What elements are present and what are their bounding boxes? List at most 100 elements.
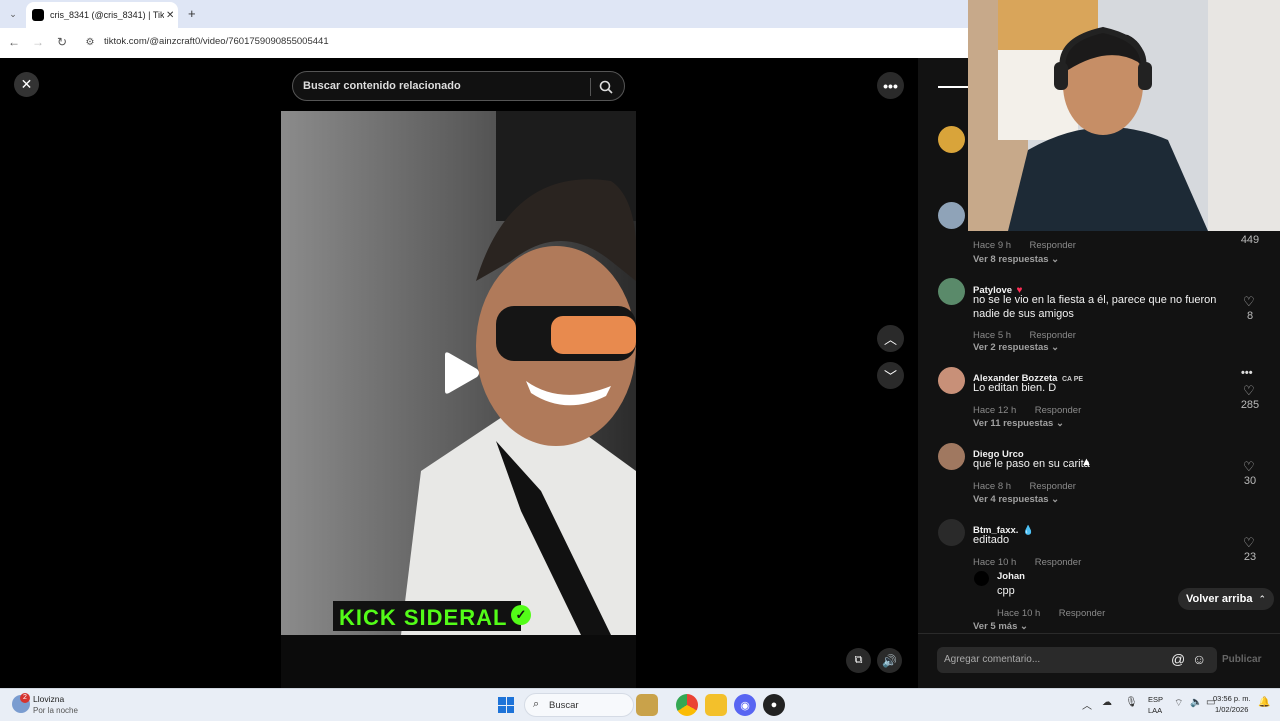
view-replies-link[interactable]: Ver 11 respuestas ⌄ bbox=[973, 418, 1064, 429]
like-count: 449 bbox=[1240, 234, 1260, 246]
view-more-label: Ver 5 más bbox=[973, 621, 1018, 632]
comment-more-icon[interactable]: ••• bbox=[1241, 367, 1253, 379]
chevron-down-icon: ⌄ bbox=[1051, 254, 1060, 265]
language-code[interactable]: ESP bbox=[1148, 695, 1163, 704]
avatar[interactable] bbox=[938, 202, 965, 229]
comment-input-placeholder: Agregar comentario... bbox=[944, 654, 1041, 665]
url-text[interactable]: tiktok.com/@ainzcraft0/video/76017590908… bbox=[104, 36, 329, 47]
back-arrow-icon[interactable]: ← bbox=[5, 33, 23, 51]
chevron-down-icon: ⌄ bbox=[1051, 494, 1060, 505]
like-heart-icon[interactable]: ♡ bbox=[1243, 459, 1255, 475]
volume-icon[interactable]: 🔊 bbox=[877, 648, 902, 673]
like-heart-icon[interactable]: ♡ bbox=[1243, 535, 1255, 551]
comment-meta: Hace 8 h Responder bbox=[973, 476, 1076, 494]
file-explorer-icon[interactable] bbox=[705, 694, 727, 716]
comment-text: editado bbox=[973, 534, 1010, 546]
like-heart-icon[interactable]: ♡ bbox=[1243, 294, 1255, 310]
avatar[interactable] bbox=[938, 367, 965, 394]
view-replies-link[interactable]: Ver 8 respuestas ⌄ bbox=[973, 254, 1059, 265]
avatar[interactable] bbox=[938, 126, 965, 153]
start-windows-icon[interactable] bbox=[498, 697, 514, 713]
microphone-icon[interactable]: 🎙 bbox=[1125, 697, 1138, 708]
reload-icon[interactable]: ↻ bbox=[53, 33, 71, 51]
wifi-icon[interactable]: ⌔ bbox=[1174, 697, 1183, 710]
reply-link[interactable]: Responder bbox=[1059, 608, 1105, 619]
tab-title: cris_8341 (@cris_8341) | TikTok bbox=[50, 10, 164, 20]
close-tab-icon[interactable]: ✕ bbox=[166, 10, 174, 21]
webcam-image bbox=[968, 0, 1280, 231]
tab-list-chevron-icon[interactable]: ⌄ bbox=[4, 5, 22, 23]
avatar[interactable] bbox=[938, 278, 965, 305]
obs-icon[interactable]: ● bbox=[763, 694, 785, 716]
comment-time: Hace 5 h bbox=[973, 330, 1012, 341]
taskbar-search-label: Buscar bbox=[549, 700, 579, 711]
divider bbox=[918, 633, 1280, 634]
related-search-input[interactable]: Buscar contenido relacionado bbox=[292, 71, 625, 101]
chevron-down-icon: ⌄ bbox=[1020, 621, 1028, 632]
reply-link[interactable]: Responder bbox=[1029, 240, 1075, 251]
clock-time[interactable]: 03:56 p. m. bbox=[1213, 694, 1251, 703]
kick-sideral-logo: KICK SIDERAL bbox=[339, 605, 508, 630]
weather-title[interactable]: Llovizna bbox=[33, 694, 64, 704]
tiktok-favicon-icon bbox=[32, 9, 44, 21]
language-layout: LAA bbox=[1148, 706, 1163, 715]
search-icon[interactable] bbox=[599, 80, 613, 94]
onedrive-icon[interactable]: ☁ bbox=[1102, 697, 1112, 708]
search-highlight-icon[interactable] bbox=[636, 694, 658, 716]
avatar[interactable] bbox=[974, 571, 989, 586]
comment-meta: Hace 10 h Responder bbox=[973, 552, 1081, 570]
weather-subtitle: Por la noche bbox=[33, 706, 78, 715]
weather-badge: 2 bbox=[20, 693, 30, 703]
close-icon[interactable]: ✕ bbox=[14, 72, 39, 97]
emoji-icon[interactable]: ☺ bbox=[1192, 651, 1206, 667]
mention-icon[interactable]: @ bbox=[1171, 651, 1185, 667]
video-player[interactable]: KICK SIDERAL ✓ bbox=[281, 111, 636, 635]
back-to-top-button[interactable]: Volver arriba ⌃ bbox=[1178, 588, 1274, 610]
reply-link[interactable]: Responder bbox=[1035, 557, 1081, 568]
forward-arrow-icon[interactable]: → bbox=[29, 33, 47, 51]
back-to-top-label: Volver arriba bbox=[1186, 593, 1253, 605]
comment-text: que le paso en su carita bbox=[973, 458, 1090, 470]
floating-player-icon[interactable]: ⧉ bbox=[846, 648, 871, 673]
comment-input[interactable]: Agregar comentario... @ ☺ bbox=[937, 647, 1217, 673]
previous-video-chevron-up-icon[interactable]: ︿ bbox=[877, 325, 904, 352]
like-count: 8 bbox=[1246, 310, 1254, 322]
reply-link[interactable]: Responder bbox=[1035, 405, 1081, 416]
browser-tab[interactable]: cris_8341 (@cris_8341) | TikTok ✕ bbox=[26, 2, 178, 28]
tab-indicator bbox=[938, 86, 968, 88]
double-chevron-up-icon: ⌃ bbox=[1258, 593, 1266, 604]
play-icon[interactable] bbox=[441, 351, 481, 395]
reply-author-name[interactable]: Johan bbox=[997, 571, 1025, 582]
more-options-icon[interactable]: ••• bbox=[877, 72, 904, 99]
view-more-link[interactable]: Ver 5 más ⌄ bbox=[973, 621, 1028, 632]
site-info-icon[interactable]: ⚙ bbox=[81, 33, 99, 51]
new-tab-button[interactable]: + bbox=[188, 6, 196, 21]
discord-icon[interactable]: ◉ bbox=[734, 694, 756, 716]
reply-link[interactable]: Responder bbox=[1029, 330, 1075, 341]
view-replies-label: Ver 2 respuestas bbox=[973, 342, 1049, 353]
flag-badges: CA PE bbox=[1061, 376, 1084, 383]
chevron-down-icon: ⌄ bbox=[1051, 342, 1060, 353]
search-placeholder: Buscar contenido relacionado bbox=[303, 80, 461, 92]
comment-time: Hace 10 h bbox=[973, 557, 1017, 568]
taskbar-search[interactable]: ⌕ Buscar bbox=[524, 693, 634, 717]
like-heart-icon[interactable]: ♡ bbox=[1243, 383, 1255, 399]
reply-time: Hace 10 h bbox=[997, 608, 1041, 619]
chrome-icon[interactable] bbox=[676, 694, 698, 716]
avatar[interactable] bbox=[938, 519, 965, 546]
like-count: 30 bbox=[1243, 475, 1257, 487]
tray-chevron-up-icon[interactable]: ︿ bbox=[1082, 697, 1092, 712]
clock-date: 1/02/2026 bbox=[1215, 705, 1249, 714]
comment-time: Hace 9 h bbox=[973, 240, 1012, 251]
post-button[interactable]: Publicar bbox=[1222, 654, 1261, 665]
reply-text: cpp bbox=[997, 585, 1015, 597]
reply-link[interactable]: Responder bbox=[1029, 481, 1075, 492]
view-replies-link[interactable]: Ver 2 respuestas ⌄ bbox=[973, 342, 1059, 353]
notifications-icon[interactable]: 🔔 bbox=[1258, 697, 1270, 708]
video-bottom-bar bbox=[281, 635, 636, 688]
next-video-chevron-down-icon[interactable]: ﹀ bbox=[877, 362, 904, 389]
verified-check-icon: ✓ bbox=[511, 605, 531, 625]
avatar[interactable] bbox=[938, 443, 965, 470]
speaker-icon[interactable]: 🔈 bbox=[1190, 697, 1202, 708]
view-replies-link[interactable]: Ver 4 respuestas ⌄ bbox=[973, 494, 1059, 505]
